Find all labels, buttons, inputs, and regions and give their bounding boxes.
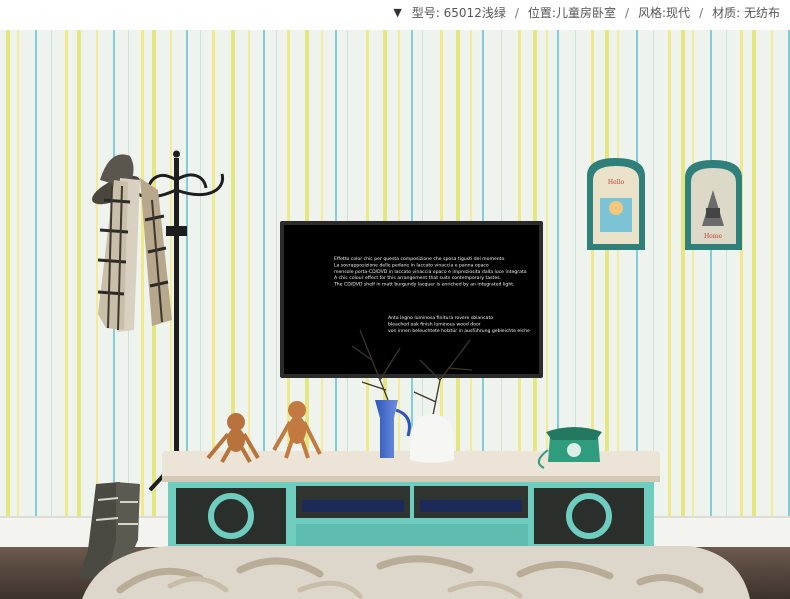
tv-text-line: The CD/DVD shelf in matt burgundy lacque… — [333, 282, 515, 288]
wallpaper-stripe — [710, 30, 712, 516]
wallpaper-stripe — [65, 30, 68, 516]
picture-frame-right: Home — [685, 160, 742, 250]
spec-bar: ▼ 型号: 65012浅绿 / 位置:儿童房卧室 / 风格:现代 / 材质: 无… — [0, 0, 790, 28]
picture-frame-left: Hello — [587, 158, 645, 250]
spec-location: 位置:儿童房卧室 — [527, 6, 616, 20]
tv-cabinet — [162, 451, 660, 548]
spec-separator: / — [514, 5, 519, 20]
spec-separator: / — [624, 5, 629, 20]
triangle-down-icon: ▼ — [393, 6, 402, 19]
wallpaper-stripe — [546, 30, 548, 516]
tv-text-line: von innen beleuchtete holztür in ausführ… — [388, 328, 530, 334]
wallpaper-stripe — [605, 30, 609, 516]
bed — [82, 546, 750, 599]
spec-style: 风格:现代 — [638, 6, 691, 20]
wallpaper-stripe — [617, 30, 619, 516]
tv-text-line: Anta legno luminosa finitura rovere sbia… — [388, 315, 493, 321]
tv-text-line: A chic colour effect for this arrangemen… — [334, 275, 501, 281]
television: Effetto color chic per questa composizio… — [280, 221, 543, 378]
spec-material: 材质: 无纺布 — [712, 6, 780, 20]
wallpaper-stripe — [771, 30, 773, 516]
spec-row: ▼ 型号: 65012浅绿 / 位置:儿童房卧室 / 风格:现代 / 材质: 无… — [393, 4, 782, 21]
room-scene: Effetto color chic per questa composizio… — [0, 30, 790, 599]
tv-text-line: Effetto color chic per questa composizio… — [334, 256, 506, 262]
frame-right-caption: Home — [704, 233, 723, 240]
wallpaper-stripe — [740, 30, 743, 516]
wallpaper-stripe — [726, 30, 727, 516]
wallpaper-stripe — [200, 30, 201, 516]
product-image-page: ▼ 型号: 65012浅绿 / 位置:儿童房卧室 / 风格:现代 / 材质: 无… — [0, 0, 790, 599]
wallpaper-stripe — [17, 30, 19, 516]
tv-text-line: La sovrapposizione delle pedane in lacca… — [334, 262, 489, 268]
wallpaper-stripe — [668, 30, 671, 516]
wallpaper-stripe — [35, 30, 37, 516]
tv-text-line: bleached oak finish luminous wood door — [388, 321, 481, 327]
wallpaper-stripe — [170, 30, 172, 516]
wallpaper-stripe — [636, 30, 638, 516]
wallpaper-stripe — [212, 30, 215, 516]
wallpaper-stripe — [263, 30, 265, 516]
wallpaper-stripe — [681, 30, 685, 516]
wallpaper-stripe — [77, 30, 81, 516]
spec-model: 型号: 65012浅绿 — [411, 6, 506, 20]
tv-text-block-1: Effetto color chic per questa composizio… — [333, 256, 527, 288]
tv-text-line: mensole porta-CD/DVD in laccato vinaccia… — [334, 269, 527, 275]
wallpaper-stripe — [96, 30, 98, 516]
spec-separator: / — [699, 5, 704, 20]
white-vase — [410, 414, 454, 463]
wallpaper-stripe — [6, 30, 10, 516]
wallpaper-stripe — [653, 30, 654, 516]
wallpaper-stripe — [141, 30, 144, 516]
wallpaper-stripe — [752, 30, 756, 516]
wallpaper-stripe — [186, 30, 188, 516]
wallpaper-stripe — [51, 30, 52, 516]
wallpaper-stripe — [692, 30, 694, 516]
frame-left-caption: Hello — [608, 179, 625, 186]
